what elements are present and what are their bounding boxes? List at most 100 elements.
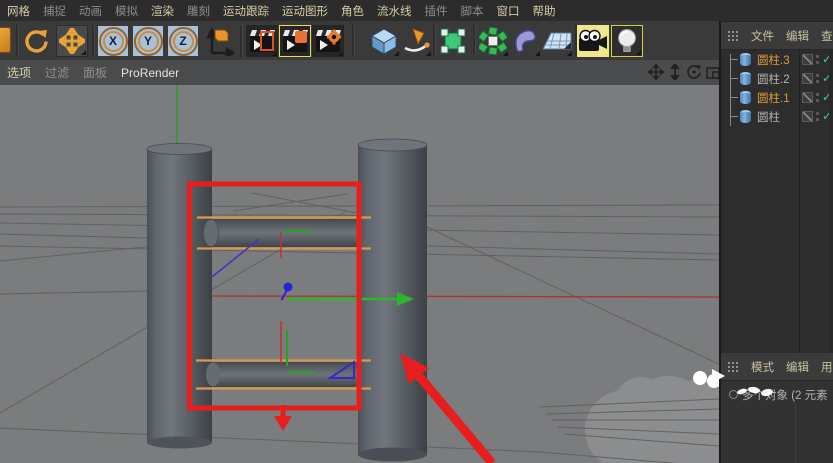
layer-toggle[interactable] [802,73,813,84]
z-axis-icon: Z [168,26,198,56]
add-cube-button[interactable] [368,25,400,57]
x-axis-lock-button[interactable]: X [97,25,129,57]
coordinate-axes-icon [206,27,234,56]
menu-mesh[interactable]: 网格 [7,3,30,19]
om-menu-view[interactable]: 查看 [821,28,833,44]
pen-icon [404,28,430,52]
editable-cube-icon [440,28,466,54]
object-manager-header: 文件 编辑 查看 [721,22,833,50]
menu-snap[interactable]: 捕捉 [43,3,66,19]
viewport-menubar: 选项 过滤 面板 ProRender [0,60,726,86]
light-button[interactable] [611,25,643,57]
menu-window[interactable]: 窗口 [497,3,520,19]
z-axis-lock-button[interactable]: Z [167,25,199,57]
render-settings-button[interactable] [312,25,344,57]
cylinder-object-icon [740,110,751,123]
menu-animate[interactable]: 动画 [79,3,102,19]
object-name[interactable]: 圆柱 [757,109,780,125]
object-row[interactable]: 圆柱.2 ✓ [721,69,833,88]
cube-icon [371,28,397,55]
object-row[interactable]: 圆柱.3 ✓ [721,50,833,69]
light-bulb-icon [618,29,636,52]
menu-sculpt[interactable]: 雕刻 [187,3,210,19]
panel-grip-icon[interactable] [727,360,739,373]
om-menu-file[interactable]: 文件 [751,28,774,44]
viewport-3d[interactable] [0,85,751,463]
menu-render[interactable]: 渲染 [151,3,174,19]
render-settings-icon [316,29,341,52]
rotate-tool-button[interactable] [20,25,52,57]
am-menu-user[interactable]: 用户 [821,359,833,375]
floor-grid-icon [542,32,572,50]
menu-pipeline[interactable]: 流水线 [377,3,412,19]
y-axis-icon: Y [133,26,163,56]
scrollbar-track[interactable] [829,50,833,353]
coordinate-system-button[interactable] [203,25,235,57]
move-tool-button[interactable] [56,25,88,57]
layer-toggle[interactable] [802,111,813,122]
y-axis-lock-button[interactable]: Y [132,25,164,57]
menu-help[interactable]: 帮助 [533,3,556,19]
attribute-manager-panel: 模式 编辑 用户 多个对象 (2 元素 [719,353,833,463]
pan-view-icon[interactable] [648,64,664,80]
object-manager-panel: 文件 编辑 查看 圆柱.3 ✓ 圆柱.2 ✓ [719,22,833,353]
move-icon [59,28,85,54]
main-toolbar: X Y Z [0,21,719,61]
crossbar-upper[interactable] [203,219,369,247]
am-menu-mode[interactable]: 模式 [751,359,774,375]
visibility-dots[interactable] [816,93,819,96]
mograph-cloner-button[interactable] [477,25,509,57]
object-name[interactable]: 圆柱.1 [757,90,790,106]
render-picture-viewer-button[interactable] [279,25,311,57]
deformer-button[interactable] [509,25,541,57]
viewport-menu-prorender[interactable]: ProRender [121,66,179,80]
camera-icon [579,29,607,51]
panel-grip-icon[interactable] [727,29,739,42]
attribute-manager-header: 模式 编辑 用户 [721,353,833,381]
object-name[interactable]: 圆柱.3 [757,52,790,68]
menu-mograph[interactable]: 运动图形 [282,3,328,19]
menu-motion-tracker[interactable]: 运动跟踪 [223,3,269,19]
visibility-dots[interactable] [816,112,819,115]
main-menubar: 网格 捕捉 动画 模拟 渲染 雕刻 运动跟踪 运动图形 角色 流水线 插件 脚本… [0,0,833,22]
menu-script[interactable]: 脚本 [461,3,484,19]
menu-simulate[interactable]: 模拟 [115,3,138,19]
watermark-dot [693,371,707,385]
camera-button[interactable] [577,25,609,57]
cylinder-object-icon [740,72,751,85]
undo-icon[interactable] [0,27,11,53]
floor-environment-button[interactable] [541,25,573,57]
object-name[interactable]: 圆柱.2 [757,71,790,87]
rotate-icon [25,30,48,53]
menu-character[interactable]: 角色 [341,3,364,19]
make-editable-button[interactable] [437,25,469,57]
object-row[interactable]: 圆柱 ✓ [721,107,833,126]
viewport-menu-panel[interactable]: 面板 [83,64,107,81]
cylinder-right[interactable] [357,138,428,462]
layer-toggle[interactable] [802,92,813,103]
attribute-manager-body: 多个对象 (2 元素 [721,381,833,463]
layer-toggle[interactable] [802,54,813,65]
om-menu-edit[interactable]: 编辑 [786,28,809,44]
rotate-view-icon[interactable] [686,64,702,80]
visibility-dots[interactable] [816,55,819,58]
zoom-view-icon[interactable] [667,64,683,80]
deformer-icon [515,29,536,53]
render-view-icon [250,30,275,52]
watermark-wedge [712,369,725,383]
pen-tool-button[interactable] [400,25,432,57]
visibility-dots[interactable] [816,74,819,77]
viewport-menu-options[interactable]: 选项 [7,64,31,81]
viewport-menu-filter[interactable]: 过滤 [45,64,69,81]
cylinder-object-icon [740,91,751,104]
x-axis-icon: X [98,26,128,56]
object-row[interactable]: 圆柱.1 ✓ [721,88,833,107]
mograph-cloner-icon [479,27,507,55]
cylinder-object-icon [740,53,751,66]
am-menu-edit[interactable]: 编辑 [786,359,809,375]
attribute-column-divider [795,403,796,463]
render-view-button[interactable] [246,25,278,57]
menu-plugins[interactable]: 插件 [425,3,448,19]
object-list: 圆柱.3 ✓ 圆柱.2 ✓ 圆柱.1 ✓ 圆柱 ✓ [721,50,833,353]
cylinder-left[interactable] [146,143,213,449]
